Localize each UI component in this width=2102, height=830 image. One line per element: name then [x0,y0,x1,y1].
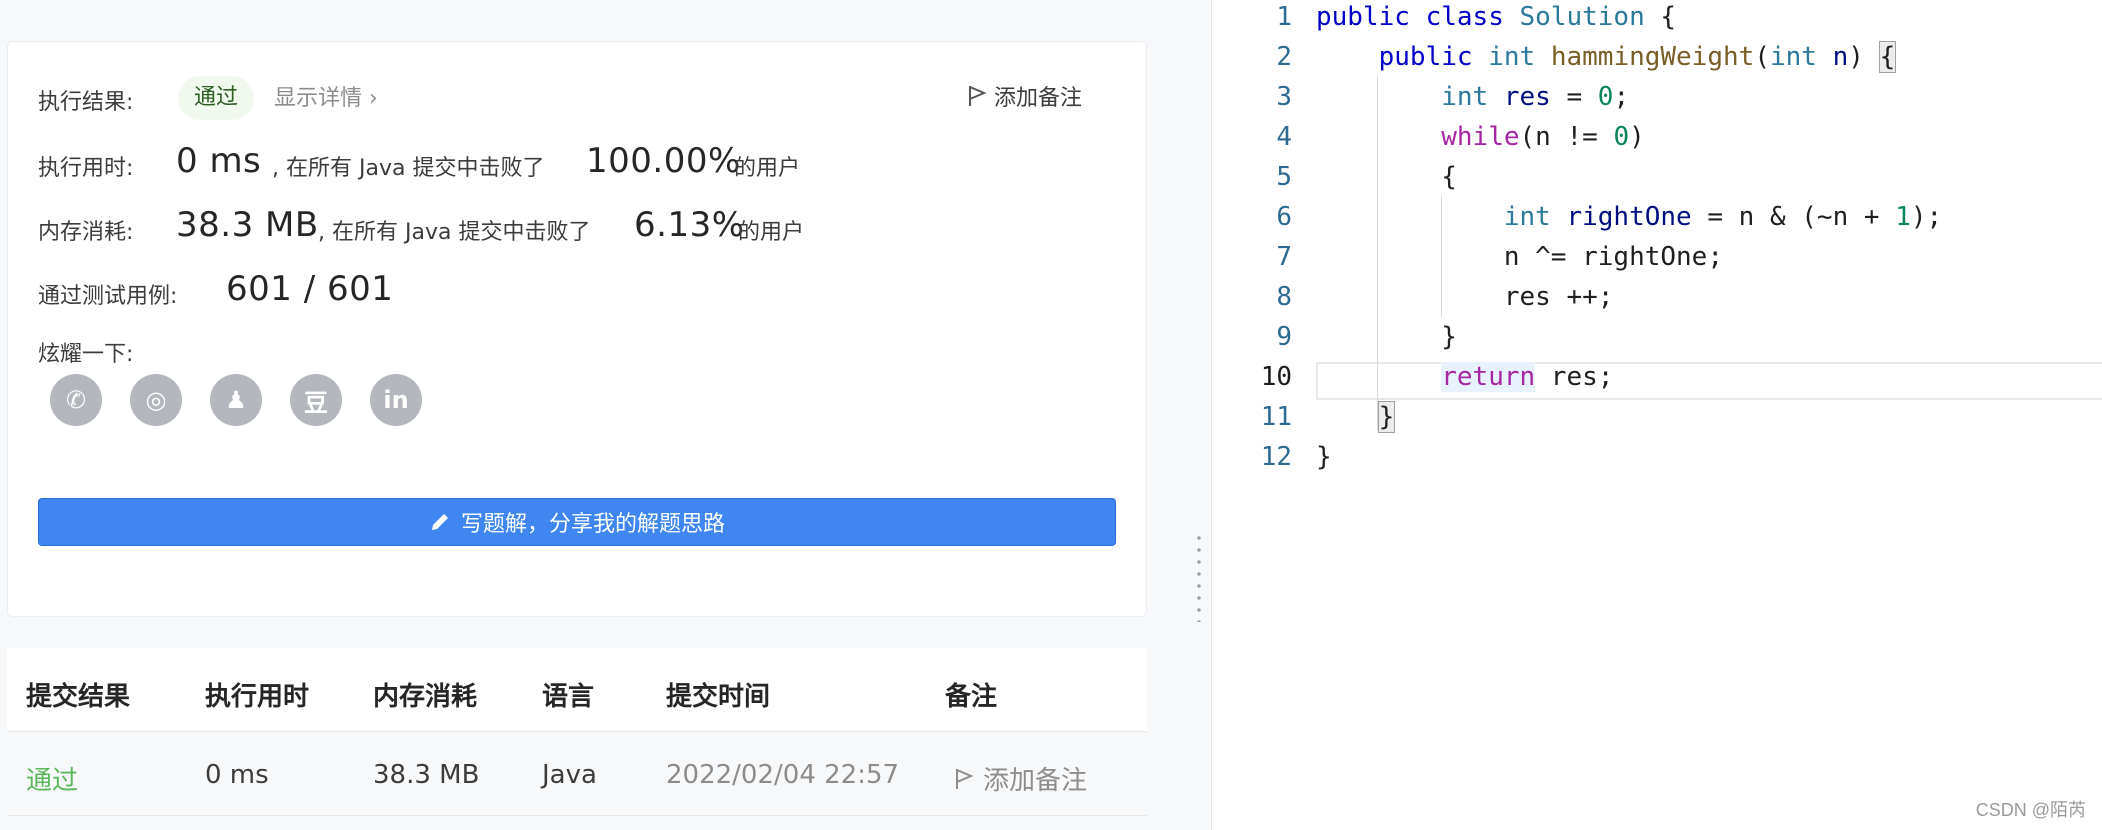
line-number: 4 [1276,122,1292,152]
code-line-1[interactable]: public class Solution { [1316,2,1676,32]
row-add-note-button[interactable]: 添加备注 [953,760,1087,797]
line-number: 11 [1260,402,1292,432]
tests-label: 通过测试用例: [38,284,178,309]
result-card: 执行结果: 通过 显示详情 › 添加备注 执行用时: 0 ms , 在所有 Ja… [7,41,1147,617]
pane-resize-handle[interactable] [1188,0,1212,830]
line-number: 2 [1276,42,1292,72]
share-label: 炫耀一下: [38,342,134,367]
submission-panel: 执行结果: 通过 显示详情 › 添加备注 执行用时: 0 ms , 在所有 Ja… [0,0,1188,830]
row-runtime: 0 ms [205,760,269,790]
line-number: 9 [1276,322,1292,352]
code-line-10[interactable]: return res; [1316,362,1613,392]
linkedin-icon[interactable]: in [370,374,422,426]
add-note-label: 添加备注 [994,86,1083,111]
status-badge: 通过 [178,76,255,120]
pencil-icon [431,514,448,530]
col-header-time: 提交时间 [666,682,771,712]
weibo-icon[interactable]: ◎ [130,374,182,426]
col-header-note: 备注 [945,682,998,712]
line-number: 8 [1276,282,1292,312]
code-line-5[interactable]: { [1316,162,1457,192]
qq-icon[interactable]: ♟ [210,374,262,426]
flag-icon [969,86,987,106]
runtime-label: 执行用时: [38,156,134,181]
line-number: 7 [1276,242,1292,272]
runtime-percent: 100.00% [586,141,741,181]
row-add-note-label: 添加备注 [983,766,1088,796]
col-header-result: 提交结果 [26,682,131,712]
line-number: 6 [1276,202,1292,232]
code-line-12[interactable]: } [1316,442,1332,472]
memory-percent: 6.13% [634,205,745,245]
col-header-memory: 内存消耗 [373,682,478,712]
line-number-gutter: 1 2 3 4 5 6 7 8 9 10 11 12 [1212,0,1292,830]
drag-handle-icon [1197,532,1201,622]
row-time: 2022/02/04 22:57 [666,760,900,790]
wechat-icon[interactable]: ✆ [50,374,102,426]
row-memory: 38.3 MB [373,760,480,790]
memory-value: 38.3 MB [176,205,319,245]
flag-icon [956,768,974,789]
memory-label: 内存消耗: [38,220,134,245]
row-language: Java [542,760,597,790]
code-line-6[interactable]: int rightOne = n & (~n + 1); [1316,202,1942,232]
code-line-2[interactable]: public int hammingWeight(int n) { [1316,41,1897,73]
code-line-8[interactable]: res ++; [1316,282,1614,312]
runtime-beat-text: , 在所有 Java 提交中击败了 [272,156,545,181]
memory-beat-text: , 在所有 Java 提交中击败了 [318,220,591,245]
line-number: 5 [1276,162,1292,192]
col-header-language: 语言 [542,682,595,712]
memory-users-text: 的用户 [738,220,805,245]
code-line-4[interactable]: while(n != 0) [1316,122,1645,152]
col-header-runtime: 执行用时 [205,682,310,712]
watermark: CSDN @陌芮 [1975,800,2086,820]
douban-icon[interactable]: 豆 [290,374,342,426]
line-number-current: 10 [1260,362,1292,392]
line-number: 3 [1276,82,1292,112]
share-icons: ✆ ◎ ♟ 豆 in [50,374,422,426]
row-status[interactable]: 通过 [26,760,78,797]
write-solution-label: 写题解，分享我的解题思路 [460,512,725,537]
show-details-link[interactable]: 显示详情 › [274,80,378,112]
code-line-7[interactable]: n ^= rightOne; [1316,242,1723,272]
line-number: 12 [1260,442,1292,472]
write-solution-button[interactable]: 写题解，分享我的解题思路 [38,498,1116,546]
code-line-3[interactable]: int res = 0; [1316,82,1629,112]
tests-value: 601 / 601 [226,269,394,309]
add-note-button[interactable]: 添加备注 [966,80,1082,112]
line-number: 1 [1276,2,1292,32]
code-line-11[interactable]: } [1316,401,1396,433]
code-line-9[interactable]: } [1316,322,1457,352]
result-label: 执行结果: [38,90,134,115]
runtime-users-text: 的用户 [734,156,801,181]
code-editor[interactable]: 1 2 3 4 5 6 7 8 9 10 11 12 public class … [1212,0,2102,830]
runtime-value: 0 ms [176,141,262,181]
